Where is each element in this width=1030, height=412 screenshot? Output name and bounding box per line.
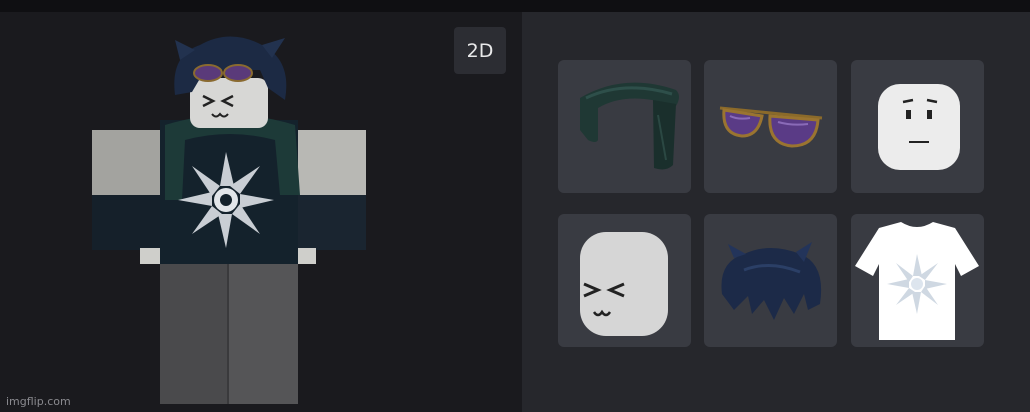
avatar-figure (92, 36, 366, 404)
hair-icon (721, 242, 822, 320)
inventory-item-scarf[interactable] (558, 60, 691, 193)
head-icon (878, 84, 960, 170)
watermark: imgflip.com (6, 395, 71, 408)
inventory-item-hair[interactable] (704, 214, 837, 347)
head-icon (580, 232, 668, 336)
inventory-item-plain-head[interactable] (851, 60, 984, 193)
inventory-item-squint-head[interactable] (558, 214, 691, 347)
scarf-icon (580, 82, 679, 170)
sunglasses-icon (719, 106, 823, 148)
tshirt-icon (855, 222, 979, 340)
view-2d-toggle-button[interactable]: 2D (454, 27, 506, 74)
inventory-item-tshirt[interactable] (851, 214, 984, 347)
top-bar (0, 0, 1030, 12)
inventory-item-sunglasses[interactable] (704, 60, 837, 193)
